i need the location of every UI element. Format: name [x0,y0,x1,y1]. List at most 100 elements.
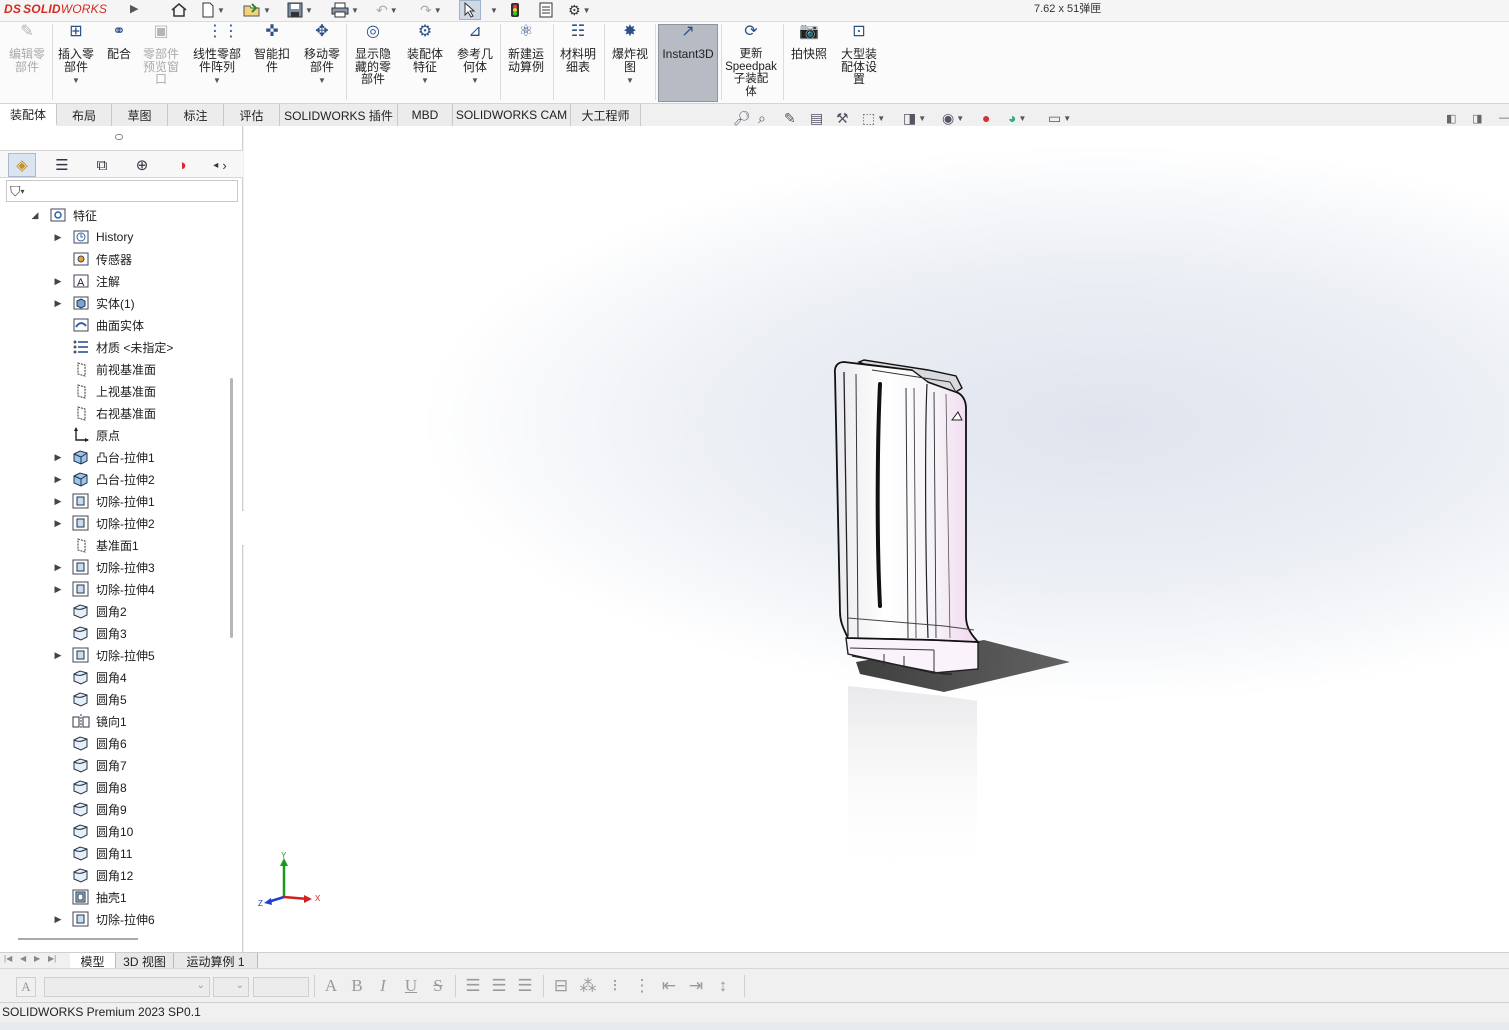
tree-item[interactable]: 圆角8 [0,776,228,798]
expand-arrow-icon[interactable]: ▶ [53,914,63,925]
expand-arrow-icon[interactable]: ▶ [53,562,63,573]
tree-item[interactable]: ▶ History [0,226,228,248]
edit-appearance-button[interactable]: ● [982,108,990,128]
tree-item[interactable]: ▶ A 注解 [0,270,228,292]
tree-item[interactable]: 圆角4 [0,666,228,688]
ribbon-dropdown-icon[interactable]: ▼ [213,75,221,88]
tab-configuration-manager[interactable]: ⧉ [88,153,116,177]
view-orientation-dropdown-icon[interactable]: ▼ [877,114,885,123]
tree-item[interactable]: ▶ 切除-拉伸1 [0,490,228,512]
ribbon-button-snapshot[interactable]: 📷 拍快照 [788,24,830,61]
command-tab-6[interactable]: MBD [398,104,453,126]
tree-item[interactable]: 基准面1 [0,534,228,556]
italic-button[interactable]: I [372,975,394,997]
size-dropdown-icon[interactable]: ⌄ [236,980,244,991]
ribbon-dropdown-icon[interactable]: ▼ [421,75,429,88]
tree-item[interactable]: ▶ 切除-拉伸2 [0,512,228,534]
font-color-button[interactable]: A [320,975,342,997]
tab-3d-view[interactable]: 3D 视图 [116,953,174,969]
tree-item[interactable]: 原点 [0,424,228,446]
ribbon-button-insert-component[interactable]: ⊞ 插入零 部件 ▼ [55,24,97,88]
save-button[interactable]: ▼ [287,0,313,20]
ribbon-button-bom[interactable]: ☷ 材料明 细表 [557,24,599,73]
command-tab-8[interactable]: 大工程师 [571,104,641,126]
command-tab-5[interactable]: SOLIDWORKS 插件 [280,104,398,126]
previous-view-button[interactable]: ✎ [784,108,796,128]
tree-item[interactable]: 抽壳1 [0,886,228,908]
font-dropdown-icon[interactable]: ⌄ [197,980,205,991]
expand-arrow-icon[interactable]: ▶ [53,650,63,661]
numbering-icon[interactable]: ⋮ [631,975,653,997]
tree-item[interactable]: ▶ 切除-拉伸6 [0,908,228,930]
text-style-icon[interactable]: A [16,977,36,997]
ribbon-dropdown-icon[interactable]: ▼ [72,75,80,88]
undo-dropdown-icon[interactable]: ▼ [390,6,398,15]
prev-tab-icon[interactable]: ◀ [20,954,26,963]
expand-arrow-icon[interactable]: ▶ [53,298,63,309]
tree-item[interactable]: 材质 <未指定> [0,336,228,358]
ribbon-button-linear-pattern[interactable]: ⋮⋮ 线性零部 件阵列 ▼ [190,24,244,88]
tab-motion-study[interactable]: 运动算例 1 [174,953,258,969]
expand-arrow-icon[interactable]: ▶ [53,584,63,595]
expand-arrow-icon[interactable]: ▶ [53,452,63,463]
print-dropdown-icon[interactable]: ▼ [351,6,359,15]
line-spacing-icon[interactable]: ↕ [712,975,734,997]
tab-feature-manager[interactable]: ◈ [8,153,36,177]
ribbon-button-smart-fastener[interactable]: ✜ 智能扣 件 [252,24,292,73]
tab-property-manager[interactable]: ☰ [48,153,76,177]
select-dropdown-icon[interactable]: ▼ [490,0,498,20]
expand-arrow-icon[interactable]: ▶ [53,518,63,529]
ribbon-button-speedpak[interactable]: ⟳ 更新 Speedpak 子装配 体 [724,24,778,98]
tree-item[interactable]: ▶ 凸台-拉伸2 [0,468,228,490]
tree-item[interactable]: 圆角10 [0,820,228,842]
indent-icon[interactable]: ⇥ [685,975,707,997]
options-button[interactable]: ⚙ ▼ [568,0,590,20]
tree-item[interactable]: 镜向1 [0,710,228,732]
redo-dropdown-icon[interactable]: ▼ [434,6,442,15]
solidworks-logo[interactable]: DS SOLIDWORKS [4,2,107,16]
view-settings-dropdown-icon[interactable]: ▼ [1063,114,1071,123]
expand-arrow-icon[interactable]: ▶ [53,496,63,507]
home-button[interactable] [170,0,188,20]
tree-item[interactable]: 圆角3 [0,622,228,644]
new-dropdown-icon[interactable]: ▼ [217,6,225,15]
zoom-to-area-button[interactable]: ⌕ [758,108,766,128]
tree-item[interactable]: ▶ 凸台-拉伸1 [0,446,228,468]
open-dropdown-icon[interactable]: ▼ [263,6,271,15]
filter-dropdown-icon[interactable]: ▾ [21,187,25,196]
tree-item[interactable]: ▶ 切除-拉伸4 [0,578,228,600]
expand-arrow-icon[interactable]: ▶ [53,232,63,243]
dynamic-annotation-button[interactable]: ⚒ [836,108,849,128]
magazine-model[interactable] [244,126,1509,952]
rebuild-button[interactable] [509,0,521,20]
last-tab-icon[interactable]: ▶| [48,954,56,963]
tab-display-manager[interactable]: ◑ [168,153,196,177]
align-center-icon[interactable]: ☰ [488,975,510,997]
ribbon-button-move-component[interactable]: ✥ 移动零 部件 ▼ [301,24,343,88]
tree-item[interactable]: 圆角9 [0,798,228,820]
tree-item[interactable]: 曲面实体 [0,314,228,336]
menu-expand-arrow-icon[interactable]: ▶ [130,2,138,15]
options-dropdown-icon[interactable]: ▼ [583,6,591,15]
ribbon-dropdown-icon[interactable]: ▼ [318,75,326,88]
tree-item[interactable]: 圆角5 [0,688,228,710]
display-style-button[interactable]: ◨ ▼ [903,108,926,128]
next-tab-icon[interactable]: ▶ [34,954,40,963]
tree-vertical-scrollbar[interactable] [230,378,233,638]
command-tab-2[interactable]: 草图 [112,104,168,126]
tree-item[interactable]: 圆角6 [0,732,228,754]
tree-item[interactable]: 上视基准面 [0,380,228,402]
view-settings-button[interactable]: ▭ ▼ [1048,108,1071,128]
command-tab-7[interactable]: SOLIDWORKS CAM [453,104,571,126]
command-tab-3[interactable]: 标注 [168,104,224,126]
tree-item[interactable]: ▶ 实体(1) [0,292,228,314]
tree-item[interactable]: 圆角12 [0,864,228,886]
first-tab-icon[interactable]: |◀ [4,954,12,963]
scene-dropdown-icon[interactable]: ▼ [1018,114,1026,123]
line-size-field[interactable] [253,977,309,997]
command-tab-0[interactable]: 装配体 [0,104,57,126]
ribbon-button-reference-geometry[interactable]: ⊿ 参考几 何体 ▼ [454,24,496,88]
tree-item[interactable]: 右视基准面 [0,402,228,424]
hide-show-items-button[interactable]: ◉ ▼ [942,108,964,128]
close-pane-icon[interactable]: — [1499,112,1509,124]
